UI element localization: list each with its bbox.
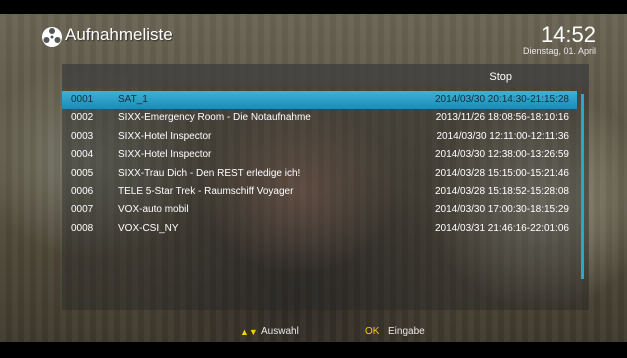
- item-time: 2014/03/28 15:15:00-15:21:46: [434, 167, 569, 179]
- item-time: 2014/03/30 12:11:00-12:11:36: [436, 130, 569, 142]
- clock: 14:52: [540, 22, 596, 47]
- list-item[interactable]: 0006 TELE 5-Star Trek - Raumschiff Voyag…: [62, 183, 577, 201]
- list-item-selected[interactable]: 0001 SAT_1 2014/03/30 20:14:30-21:15:28: [62, 91, 577, 110]
- column-stop-label: Stop: [489, 71, 512, 83]
- item-name: SAT_1: [118, 94, 148, 105]
- item-number: 0007: [71, 204, 94, 216]
- item-number: 0005: [71, 167, 94, 179]
- list-item[interactable]: 0003 SIXX-Hotel Inspector 2014/03/30 12:…: [62, 128, 577, 146]
- item-name: SIXX-Hotel Inspector: [118, 149, 212, 161]
- select-hint-label: Auswahl: [261, 326, 299, 337]
- item-number: 0008: [71, 222, 94, 234]
- up-down-arrows-icon: ▲▼: [240, 327, 258, 337]
- item-name: SIXX-Hotel Inspector: [118, 130, 212, 142]
- item-number: 0004: [71, 149, 94, 161]
- recording-list: 0001 SAT_1 2014/03/30 20:14:30-21:15:28 …: [62, 91, 577, 238]
- film-reel-icon: [42, 27, 62, 47]
- list-item[interactable]: 0007 VOX-auto mobil 2014/03/30 17:00:30-…: [62, 201, 577, 219]
- scrollbar[interactable]: [581, 94, 584, 279]
- list-item[interactable]: 0004 SIXX-Hotel Inspector 2014/03/30 12:…: [62, 146, 577, 164]
- header: Aufnahmeliste 14:52 Dienstag, 01. April: [37, 22, 602, 60]
- item-time: 2014/03/30 17:00:30-18:15:29: [434, 204, 569, 216]
- ok-key-icon: OK: [365, 326, 380, 337]
- item-time: 2014/03/30 20:14:30-21:15:28: [434, 94, 569, 105]
- page-title: Aufnahmeliste: [65, 25, 173, 44]
- column-header: Stop: [62, 64, 589, 88]
- item-time: 2013/11/26 18:08:56-18:10:16: [435, 112, 569, 124]
- date: Dienstag, 01. April: [522, 46, 596, 56]
- item-number: 0003: [71, 130, 94, 142]
- item-name: SIXX-Emergency Room - Die Notaufnahme: [118, 112, 311, 124]
- list-item[interactable]: 0008 VOX-CSI_NY 2014/03/31 21:46:16-22:0…: [62, 220, 577, 238]
- enter-hint-label: Eingabe: [388, 326, 425, 337]
- item-number: 0002: [71, 112, 94, 124]
- letterbox-bottom: [0, 342, 627, 358]
- item-name: VOX-CSI_NY: [118, 222, 179, 234]
- list-item[interactable]: 0005 SIXX-Trau Dich - Den REST erledige …: [62, 165, 577, 183]
- item-number: 0006: [71, 185, 94, 197]
- item-time: 2014/03/31 21:46:16-22:01:06: [434, 222, 569, 234]
- item-time: 2014/03/30 12:38:00-13:26:59: [434, 149, 569, 161]
- item-number: 0001: [71, 94, 94, 105]
- item-name: SIXX-Trau Dich - Den REST erledige ich!: [118, 167, 301, 179]
- item-name: VOX-auto mobil: [118, 204, 189, 216]
- list-item[interactable]: 0002 SIXX-Emergency Room - Die Notaufnah…: [62, 109, 577, 127]
- item-time: 2014/03/28 15:18:52-15:28:08: [434, 185, 569, 197]
- item-name: TELE 5-Star Trek - Raumschiff Voyager: [118, 185, 294, 197]
- letterbox-top: [0, 0, 627, 14]
- recording-list-panel: Stop 0001 SAT_1 2014/03/30 20:14:30-21:1…: [62, 64, 589, 310]
